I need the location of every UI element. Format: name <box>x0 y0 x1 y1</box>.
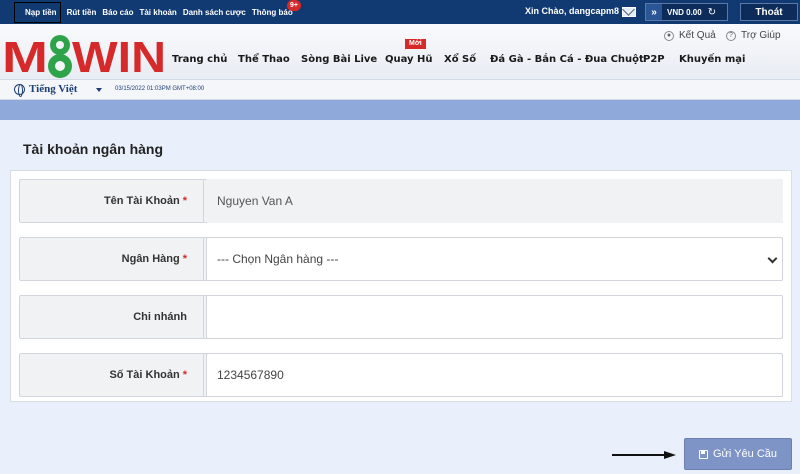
required-mark: * <box>182 369 187 381</box>
submit-request-button[interactable]: Gửi Yêu Cầu <box>684 438 792 470</box>
account-number-input[interactable]: 1234567890 <box>206 353 783 397</box>
top-bar: Nạp tiền Rút tiền Báo cáo Tài khoản Danh… <box>0 0 800 24</box>
balance-amount: VND 0.00 <box>667 7 702 17</box>
chevron-right-icon[interactable]: » <box>646 4 662 20</box>
account-name-label: Tên Tài Khoản * <box>20 180 204 222</box>
main-header: M WIN ● Kết Quả ? Trợ Giúp Mới Trang chủ… <box>0 24 800 80</box>
page-title: Tài khoản ngân hàng <box>23 141 164 157</box>
nav-promotions[interactable]: Khuyến mại <box>679 54 745 65</box>
content-panel: Tài khoản ngân hàng Tên Tài Khoản * Nguye… <box>0 120 800 474</box>
nav-lottery[interactable]: Xổ Số <box>444 54 476 65</box>
globe-icon <box>14 83 25 97</box>
form-row-account-name: Tên Tài Khoản * Nguyen Van A <box>19 179 783 223</box>
nav-p2p[interactable]: P2P <box>643 54 665 65</box>
bank-select[interactable]: --- Chọn Ngân hàng --- <box>206 237 783 281</box>
blue-band <box>0 100 800 120</box>
new-badge: Mới <box>405 39 426 49</box>
svg-text:WIN: WIN <box>72 33 166 78</box>
bank-select-value: --- Chọn Ngân hàng --- <box>217 252 339 266</box>
nav-live-casino[interactable]: Sòng Bài Live <box>301 54 377 65</box>
svg-text:M: M <box>2 33 48 78</box>
top-link-report[interactable]: Báo cáo <box>102 8 133 17</box>
form-row-account-number: Số Tài Khoản * 1234567890 <box>19 353 783 397</box>
nav-slots[interactable]: Quay Hũ <box>385 54 433 65</box>
arrow-right-icon <box>612 451 676 459</box>
account-name-field: Nguyen Van A <box>206 179 783 223</box>
language-select[interactable]: Tiếng Việt <box>14 83 78 97</box>
bank-label: Ngân Hàng * <box>20 238 204 280</box>
top-link-bet-list[interactable]: Danh sách cược <box>183 8 246 17</box>
branch-label: Chi nhánh <box>20 296 204 338</box>
form-row-bank: Ngân Hàng * --- Chọn Ngân hàng --- <box>19 237 783 281</box>
help-link[interactable]: ? Trợ Giúp <box>726 30 781 41</box>
submit-label: Gửi Yêu Cầu <box>712 448 778 460</box>
branch-input[interactable] <box>206 295 783 339</box>
greeting-text: Xin Chào, dangcapm8 <box>525 6 620 16</box>
help-label: Trợ Giúp <box>741 30 781 41</box>
required-mark: * <box>182 195 187 207</box>
top-link-deposit[interactable]: Nạp tiền <box>14 1 61 23</box>
notification-badge: 9+ <box>287 0 301 11</box>
results-icon: ● <box>664 30 674 41</box>
bank-form: Tên Tài Khoản * Nguyen Van A Ngân Hàng * -… <box>10 170 792 402</box>
language-label: Tiếng Việt <box>29 83 78 95</box>
datetime-text: 03/15/2022 01:03PM GMT+08:00 <box>115 86 205 92</box>
language-bar: Tiếng Việt 03/15/2022 01:03PM GMT+08:00 <box>0 80 800 100</box>
refresh-icon[interactable]: ↻ <box>708 7 716 18</box>
logout-button[interactable]: Thoát <box>740 3 798 21</box>
nav-home[interactable]: Trang chủ <box>172 54 227 65</box>
top-link-notifications[interactable]: Thông báo <box>252 8 293 17</box>
account-number-label: Số Tài Khoản * <box>20 354 204 396</box>
top-link-withdraw[interactable]: Rút tiền <box>67 8 97 17</box>
top-nav: Nạp tiền Rút tiền Báo cáo Tài khoản Danh… <box>14 0 299 24</box>
logo[interactable]: M WIN <box>2 30 166 78</box>
help-icon: ? <box>726 30 736 41</box>
results-label: Kết Quả <box>679 30 716 41</box>
required-mark: * <box>182 253 187 265</box>
balance-box: » VND 0.00 ↻ <box>645 3 728 21</box>
form-row-branch: Chi nhánh <box>19 295 783 339</box>
chevron-down-icon <box>767 253 778 264</box>
mail-icon[interactable] <box>622 7 636 17</box>
top-link-account[interactable]: Tài khoản <box>139 8 176 17</box>
nav-sports[interactable]: Thể Thao <box>238 54 290 65</box>
caret-down-icon[interactable] <box>96 88 102 92</box>
save-icon <box>698 449 708 459</box>
results-link[interactable]: ● Kết Quả <box>664 30 716 41</box>
nav-cockfight-fish[interactable]: Đá Gà - Bắn Cá - Đua Chuột <box>490 54 644 65</box>
